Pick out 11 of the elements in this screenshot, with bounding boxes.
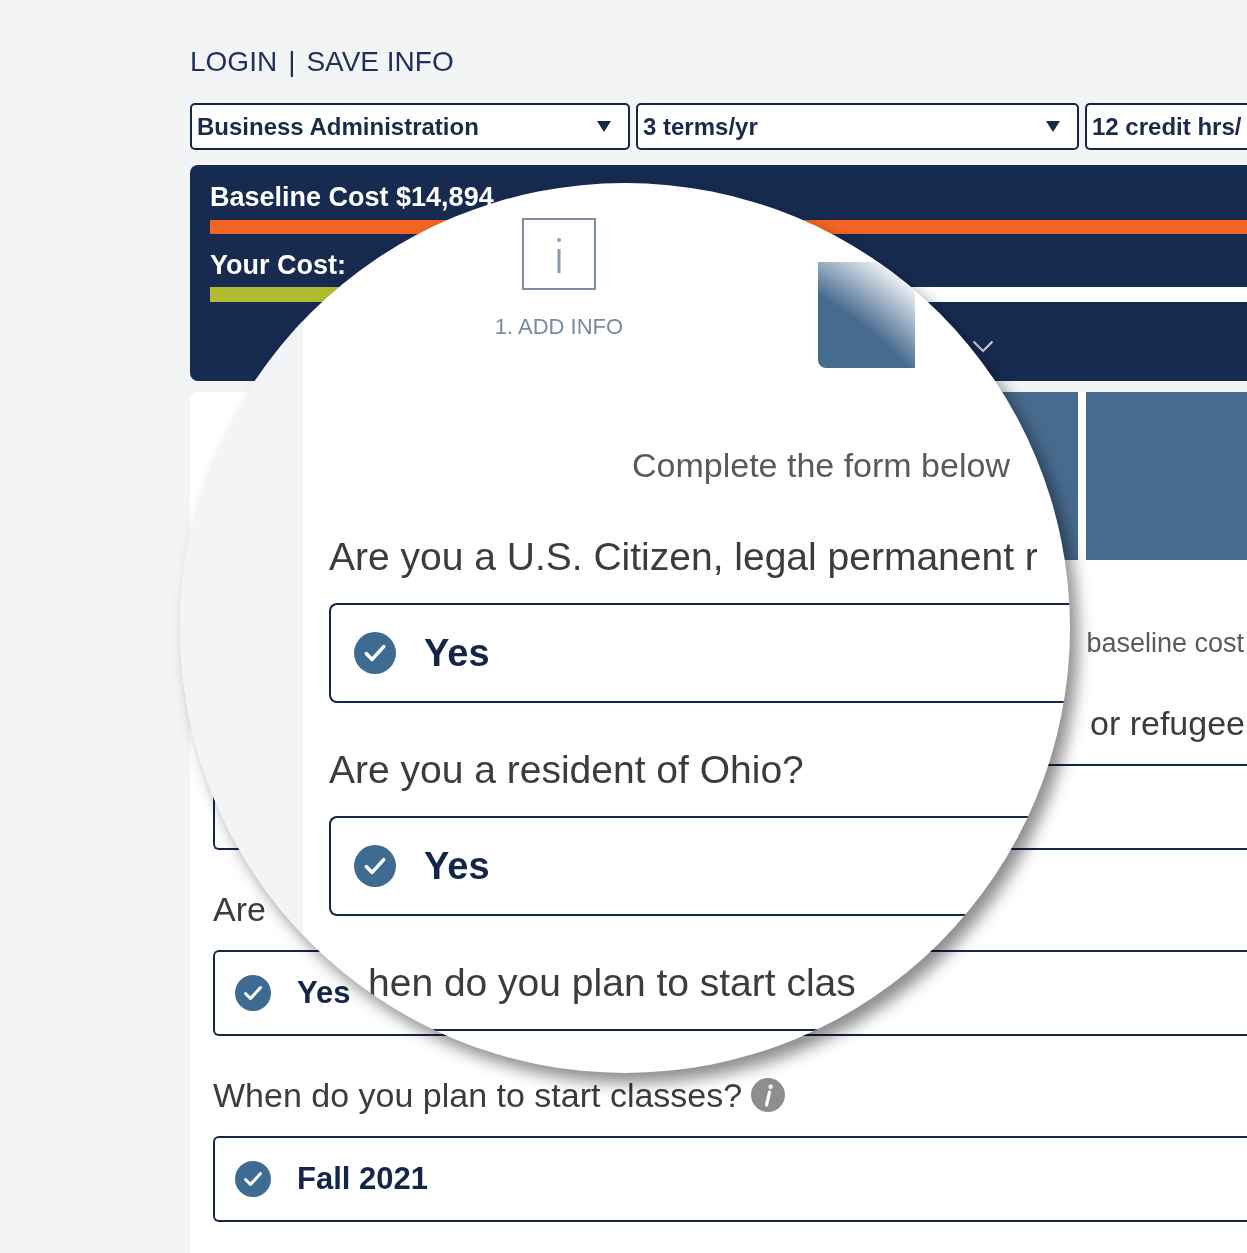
question-label: Are you a U.S. Citizen, legal permanent r [329, 535, 1038, 579]
link-separator: | [288, 45, 296, 79]
question-label: Are [213, 889, 266, 929]
question-label: hen do you plan to start clas [368, 961, 856, 1005]
question-label: When do you plan to start classes? [213, 1075, 743, 1115]
question-label: Are you a resident of Ohio? [329, 748, 804, 792]
cost-label: Baseline Cost $14,894 [210, 182, 494, 212]
intro-text: Complete the form below [632, 445, 1010, 485]
intro-text: baseline cost [1086, 627, 1244, 660]
question-label: or refugee [1090, 703, 1245, 743]
cost-label: Your Cost: [210, 250, 346, 280]
